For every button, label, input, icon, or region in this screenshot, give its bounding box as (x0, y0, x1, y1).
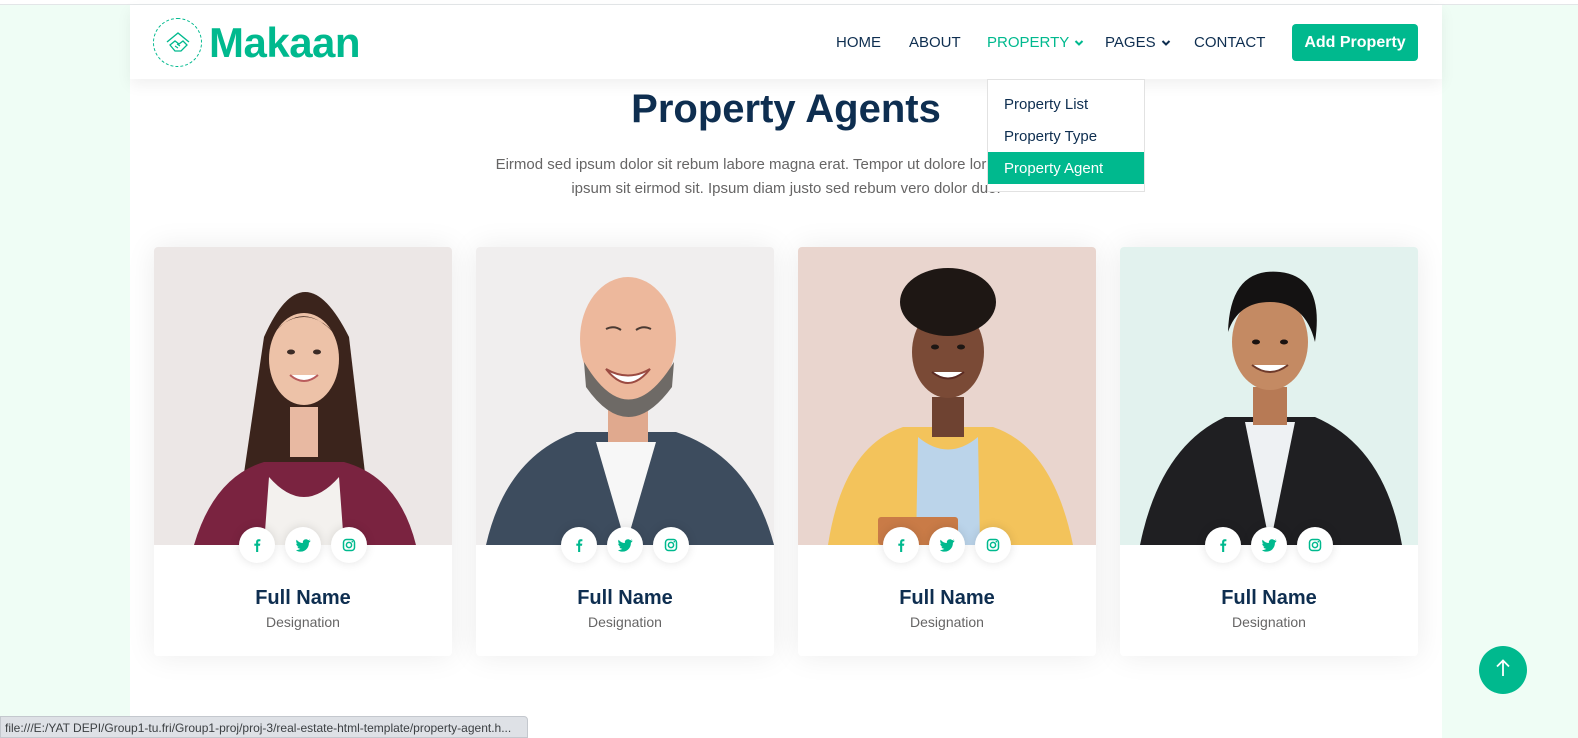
agent-designation: Designation (588, 614, 662, 630)
brand-logo[interactable]: Makaan (153, 18, 361, 67)
instagram-icon[interactable] (975, 527, 1011, 563)
agent-name: Full Name (899, 587, 995, 609)
agent-name: Full Name (255, 587, 351, 609)
agent-social-links (476, 527, 774, 563)
navbar: Makaan HOME ABOUT PROPERTY PAGES CONTACT… (130, 5, 1442, 79)
instagram-icon[interactable] (653, 527, 689, 563)
nav-contact[interactable]: CONTACT (1194, 34, 1265, 51)
facebook-icon[interactable] (561, 527, 597, 563)
twitter-icon[interactable] (1251, 527, 1287, 563)
nav-about-label: ABOUT (909, 34, 961, 51)
brand-name: Makaan (209, 18, 361, 66)
bald-man-agent-photo (476, 247, 774, 545)
agent-social-links (798, 527, 1096, 563)
agent-designation: Designation (1232, 614, 1306, 630)
agent-card: Full Name Designation (154, 247, 452, 656)
nav-home-label: HOME (836, 34, 881, 51)
nav-about[interactable]: ABOUT (909, 34, 961, 51)
facebook-icon[interactable] (239, 527, 275, 563)
young-man-suit-agent-photo (1120, 247, 1418, 545)
page-container: Makaan HOME ABOUT PROPERTY PAGES CONTACT… (130, 5, 1442, 738)
agent-designation: Designation (910, 614, 984, 630)
twitter-icon[interactable] (285, 527, 321, 563)
add-property-button[interactable]: Add Property (1292, 24, 1418, 61)
dropdown-item-property-agent[interactable]: Property Agent (988, 152, 1144, 184)
dropdown-item-property-type[interactable]: Property Type (988, 120, 1144, 152)
dropdown-item-property-list[interactable]: Property List (988, 88, 1144, 120)
nav-contact-label: CONTACT (1194, 34, 1266, 51)
twitter-icon[interactable] (607, 527, 643, 563)
back-to-top-button[interactable] (1479, 646, 1527, 694)
instagram-icon[interactable] (331, 527, 367, 563)
chevron-down-icon (1161, 34, 1171, 51)
handshake-house-icon (153, 18, 202, 67)
twitter-icon[interactable] (929, 527, 965, 563)
browser-status-bar: file:///E:/YAT DEPI/Group1-tu.fri/Group1… (0, 716, 528, 738)
agent-name: Full Name (1221, 587, 1317, 609)
agent-name: Full Name (577, 587, 673, 609)
agent-designation: Designation (266, 614, 340, 630)
agent-social-links (154, 527, 452, 563)
facebook-icon[interactable] (883, 527, 919, 563)
arrow-up-icon (1494, 658, 1512, 683)
agent-card: Full Name Designation (1120, 247, 1418, 656)
agent-card: Full Name Designation (476, 247, 774, 656)
chevron-down-icon (1074, 34, 1084, 51)
instagram-icon[interactable] (1297, 527, 1333, 563)
facebook-icon[interactable] (1205, 527, 1241, 563)
nav-property[interactable]: PROPERTY (987, 34, 1084, 51)
property-dropdown-menu: Property List Property Type Property Age… (987, 79, 1145, 192)
nav-pages-label: PAGES (1105, 34, 1156, 51)
nav-pages[interactable]: PAGES (1105, 34, 1171, 51)
agent-card: Full Name Designation (798, 247, 1096, 656)
section-title: Property Agents (631, 87, 941, 131)
woman-agent-photo (154, 247, 452, 545)
nav-property-label: PROPERTY (987, 34, 1070, 51)
nav-home[interactable]: HOME (836, 34, 881, 51)
agent-social-links (1120, 527, 1418, 563)
woman-yellow-jacket-agent-photo (798, 247, 1096, 545)
